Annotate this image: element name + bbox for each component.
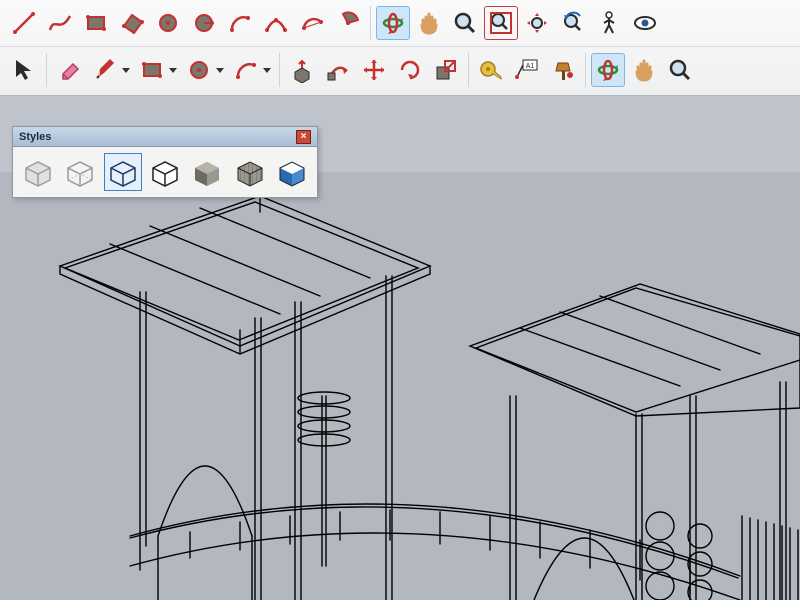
arc-tool-2[interactable]: [229, 53, 263, 87]
wireframe-style[interactable]: [104, 153, 142, 191]
pencil-tool[interactable]: [88, 53, 122, 87]
toolbar-separator: [46, 53, 47, 87]
circle-tool-2[interactable]: [182, 53, 216, 87]
styles-panel-titlebar[interactable]: Styles ×: [13, 127, 317, 147]
circle-tool[interactable]: [151, 6, 185, 40]
monochrome-style[interactable]: [273, 153, 311, 191]
chevron-down-icon: [263, 68, 271, 73]
three-point-arc-tool[interactable]: [295, 6, 329, 40]
look-around-tool[interactable]: [628, 6, 662, 40]
back-edges-style[interactable]: [61, 153, 99, 191]
toolbar-separator: [370, 6, 371, 40]
styles-panel[interactable]: Styles ×: [12, 126, 318, 198]
shaded-textures-style[interactable]: [230, 153, 268, 191]
paint-tool[interactable]: [546, 53, 580, 87]
move-tool[interactable]: [357, 53, 391, 87]
previous-view-tool[interactable]: [556, 6, 590, 40]
styles-swatches-row: [13, 147, 317, 197]
line-tool[interactable]: [7, 6, 41, 40]
scale-tool[interactable]: [429, 53, 463, 87]
edit-toolbar: A1: [0, 46, 800, 92]
toolbar-separator: [279, 53, 280, 87]
toolbar-separator: [468, 53, 469, 87]
svg-text:A1: A1: [526, 63, 535, 70]
arc-tool[interactable]: [223, 6, 257, 40]
hidden-line-style[interactable]: [146, 153, 184, 191]
chevron-down-icon: [169, 68, 177, 73]
pushpull-tool[interactable]: [285, 53, 319, 87]
toolbar-area: A1: [0, 0, 800, 96]
text-tool[interactable]: A1: [510, 53, 544, 87]
drawing-toolbar: [0, 0, 800, 46]
pie-tool[interactable]: [331, 6, 365, 40]
tape-tool[interactable]: [474, 53, 508, 87]
close-icon[interactable]: ×: [296, 130, 311, 144]
rectangle-tool[interactable]: [79, 6, 113, 40]
zoom-tool[interactable]: [448, 6, 482, 40]
two-point-arc-tool[interactable]: [259, 6, 293, 40]
shape-tool[interactable]: [135, 53, 169, 87]
rotate-tool[interactable]: [393, 53, 427, 87]
styles-panel-title: Styles: [19, 131, 51, 143]
walk-tool[interactable]: [592, 6, 626, 40]
chevron-down-icon: [216, 68, 224, 73]
toolbar-separator: [585, 53, 586, 87]
select-tool[interactable]: [7, 53, 41, 87]
x-ray-style[interactable]: [19, 153, 57, 191]
polygon-tool[interactable]: [187, 6, 221, 40]
followme-tool[interactable]: [321, 53, 355, 87]
zoom-extents-tool[interactable]: [520, 6, 554, 40]
rotated-rectangle-tool[interactable]: [115, 6, 149, 40]
pan-tool-2[interactable]: [627, 53, 661, 87]
zoom-tool-2[interactable]: [663, 53, 697, 87]
orbit-tool-2[interactable]: [591, 53, 625, 87]
shaded-style[interactable]: [188, 153, 226, 191]
freehand-tool[interactable]: [43, 6, 77, 40]
pan-tool[interactable]: [412, 6, 446, 40]
orbit-tool[interactable]: [376, 6, 410, 40]
zoom-window-tool[interactable]: [484, 6, 518, 40]
eraser-tool[interactable]: [52, 53, 86, 87]
chevron-down-icon: [122, 68, 130, 73]
